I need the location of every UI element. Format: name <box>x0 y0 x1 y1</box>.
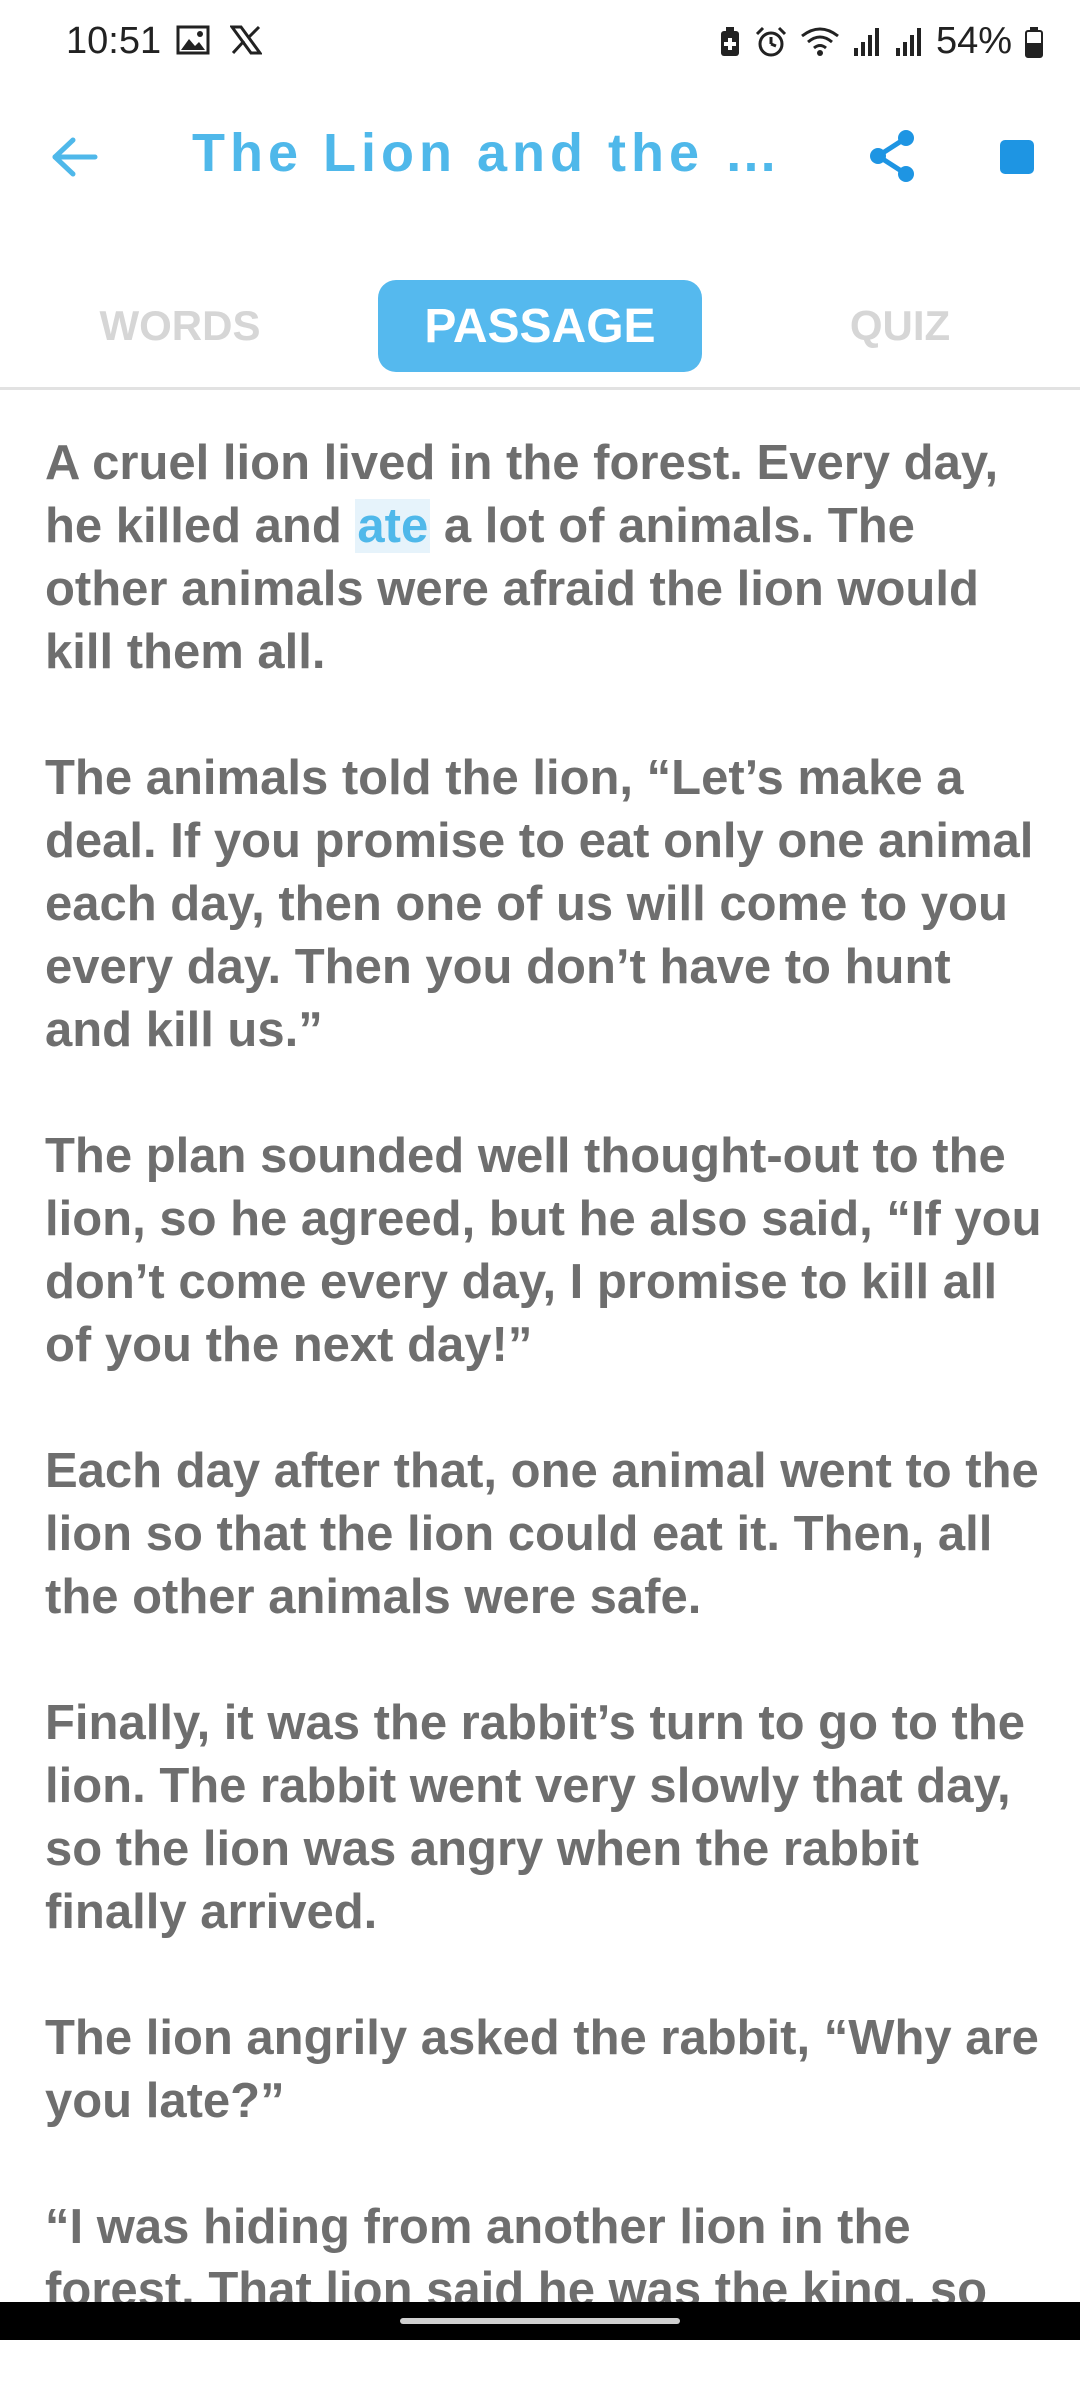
passage-paragraph[interactable]: Each day after that, one animal went to … <box>45 1440 1045 1629</box>
alarm-icon <box>754 26 788 58</box>
status-bar: 10:51 54% <box>0 0 1080 86</box>
gallery-icon <box>176 22 210 65</box>
highlighted-word[interactable]: ate <box>355 499 431 553</box>
tab-quiz[interactable]: QUIZ <box>780 280 1020 372</box>
home-indicator[interactable] <box>400 2318 680 2324</box>
passage-paragraph: A cruel lion lived in the forest. Every … <box>45 432 1045 684</box>
arrow-left-icon <box>51 136 99 183</box>
passage-paragraph[interactable]: The plan sounded well thought-out to the… <box>45 1125 1045 1377</box>
tab-words[interactable]: WORDS <box>60 280 300 372</box>
x-logo-icon <box>229 22 263 65</box>
system-nav-bar <box>0 2302 1080 2340</box>
passage-paragraph[interactable]: The lion angrily asked the rabbit, “Why … <box>45 2007 1045 2133</box>
passage-paragraph[interactable]: The animals told the lion, “Let’s make a… <box>45 747 1045 1062</box>
back-button[interactable] <box>44 128 106 190</box>
stop-button[interactable] <box>1000 140 1034 174</box>
share-button[interactable] <box>862 126 922 190</box>
battery-percent: 54% <box>935 20 1012 62</box>
battery-icon <box>1024 26 1044 58</box>
signal-icon <box>894 26 924 58</box>
tab-bar: WORDS PASSAGE QUIZ <box>0 280 1080 390</box>
wifi-icon <box>800 26 840 58</box>
page-title: The Lion and the R… <box>192 123 792 183</box>
app-bar: The Lion and the R… <box>0 100 1080 220</box>
passage-paragraph[interactable]: Finally, it was the rabbit’s turn to go … <box>45 1692 1045 1944</box>
passage-text: A cruel lion lived in the forest. Every … <box>45 432 1045 2385</box>
status-time: 10:51 <box>66 20 162 62</box>
tab-passage[interactable]: PASSAGE <box>378 280 702 372</box>
signal-icon <box>852 26 882 58</box>
battery-saver-icon <box>718 26 742 58</box>
share-icon <box>866 127 918 190</box>
